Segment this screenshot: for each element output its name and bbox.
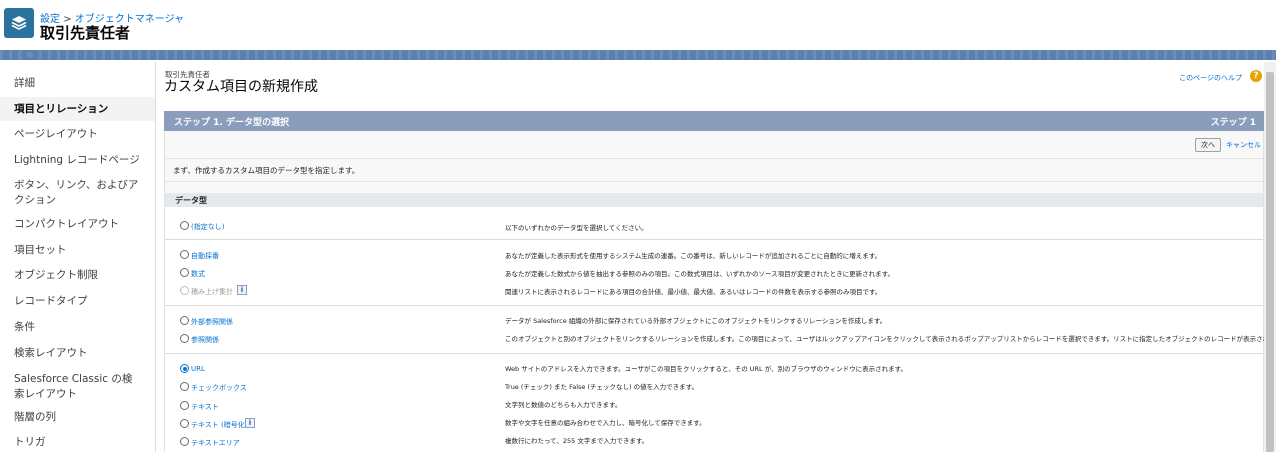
step-indicator: ステップ 1 xyxy=(1210,118,1256,128)
step-header: ステップ 1. データ型の選択 ステップ 1 xyxy=(164,111,1264,131)
radio-checkbox[interactable] xyxy=(180,382,189,391)
cancel-link[interactable]: キャンセル xyxy=(1226,140,1261,150)
radio-text-area[interactable] xyxy=(180,437,189,446)
app-header: 設定 > オブジェクトマネージャ 取引先責任者 xyxy=(0,0,1276,52)
sidebar-item-record-types[interactable]: レコードタイプ xyxy=(0,294,155,309)
option-desc-text-encrypted: 数字や文字を任意の組み合わせで入力し、暗号化して保存できます。 xyxy=(505,419,706,427)
option-label-text[interactable]: テキスト xyxy=(191,402,219,412)
option-label-text-area[interactable]: テキストエリア xyxy=(191,438,240,448)
sidebar-item-conditions[interactable]: 条件 xyxy=(0,320,155,335)
scrollbar-thumb[interactable] xyxy=(1266,72,1274,452)
radio-external-lookup[interactable] xyxy=(180,316,189,325)
sidebar-item-page-layouts[interactable]: ページレイアウト xyxy=(0,127,155,142)
help-icon[interactable]: ? xyxy=(1250,70,1262,82)
sidebar-item-search-layouts[interactable]: 検索レイアウト xyxy=(0,346,155,361)
vertical-scrollbar[interactable] xyxy=(1264,62,1276,452)
data-type-table: (指定なし) 以下のいずれかのデータ型を選択してください。 自動採番 あなたが定… xyxy=(165,207,1276,452)
option-label-external-lookup[interactable]: 外部参照関係 xyxy=(191,317,233,327)
group-divider xyxy=(165,305,1263,306)
main-content: 取引先責任者 カスタム項目の新規作成 このページのヘルプ ? ステップ 1. デ… xyxy=(162,62,1276,452)
sidebar-item-field-sets[interactable]: 項目セット xyxy=(0,243,155,258)
divider xyxy=(165,181,1263,182)
data-type-section-header: データ型 xyxy=(165,193,1263,207)
group-divider xyxy=(165,239,1263,240)
option-label-formula[interactable]: 数式 xyxy=(191,269,205,279)
step-panel: 次へ キャンセル まず、作成するカスタム項目のデータ型を指定します。 データ型 … xyxy=(164,131,1276,452)
sidebar-item-details[interactable]: 詳細 xyxy=(0,76,155,91)
radio-none[interactable] xyxy=(180,221,189,230)
option-desc-text-area: 複数行にわたって、255 文字まで入力できます。 xyxy=(505,437,649,445)
option-label-text-encrypted[interactable]: テキスト (暗号化) xyxy=(191,420,247,430)
option-label-checkbox[interactable]: チェックボックス xyxy=(191,383,247,393)
sidebar-item-classic-search-layouts[interactable]: Salesforce Classic の検索レイアウト xyxy=(0,372,155,402)
sidebar-item-fields-relationships[interactable]: 項目とリレーション xyxy=(0,97,155,121)
option-desc-roll-up-summary: 関連リストに表示されるレコードにある項目の合計値、最小値、最大値、あるいはレコー… xyxy=(505,288,882,296)
sidebar-item-triggers[interactable]: トリガ xyxy=(0,435,155,450)
radio-lookup[interactable] xyxy=(180,334,189,343)
divider xyxy=(165,158,1263,159)
step-title: ステップ 1. データ型の選択 xyxy=(174,118,289,128)
option-label-lookup[interactable]: 参照関係 xyxy=(191,335,219,345)
object-title: 取引先責任者 xyxy=(40,24,131,42)
radio-formula[interactable] xyxy=(180,268,189,277)
sidebar: 詳細 項目とリレーション ページレイアウト Lightning レコードページ … xyxy=(0,62,156,452)
section-label: データ型 xyxy=(175,196,207,205)
option-desc-none: 以下のいずれかのデータ型を選択してください。 xyxy=(505,224,648,232)
page-title: カスタム項目の新規作成 xyxy=(164,79,318,95)
next-button[interactable]: 次へ xyxy=(1195,138,1221,152)
info-icon[interactable]: i xyxy=(237,285,247,295)
instruction-text: まず、作成するカスタム項目のデータ型を指定します。 xyxy=(173,166,360,175)
option-label-roll-up-summary: 積み上げ集計 xyxy=(191,288,233,296)
radio-auto-number[interactable] xyxy=(180,250,189,259)
radio-text[interactable] xyxy=(180,401,189,410)
option-label-url[interactable]: URL xyxy=(191,365,205,373)
option-desc-lookup: このオブジェクトと別のオブジェクトをリンクするリレーションを作成します。この項目… xyxy=(505,335,1276,343)
sidebar-item-compact-layouts[interactable]: コンパクトレイアウト xyxy=(0,217,155,232)
sidebar-item-hierarchy-columns[interactable]: 階層の列 xyxy=(0,410,155,425)
option-desc-external-lookup: データが Salesforce 組織の外部に保存されている外部オブジェクトにこの… xyxy=(505,317,887,325)
decorative-band xyxy=(0,50,1276,60)
sidebar-item-buttons-links-actions[interactable]: ボタン、リンク、およびアクション xyxy=(0,178,155,208)
radio-roll-up-summary xyxy=(180,286,189,295)
radio-text-encrypted[interactable] xyxy=(180,419,189,428)
info-icon[interactable]: i xyxy=(245,418,255,428)
help-link[interactable]: このページのヘルプ xyxy=(1179,73,1242,83)
option-label-auto-number[interactable]: 自動採番 xyxy=(191,251,219,261)
option-desc-auto-number: あなたが定義した表示形式を使用するシステム生成の連番。この番号は、新しいレコード… xyxy=(505,252,882,260)
option-label-none[interactable]: (指定なし) xyxy=(191,222,224,232)
radio-url[interactable] xyxy=(180,364,189,373)
layers-icon xyxy=(4,8,34,38)
option-desc-text: 文字列と数値のどちらも入力できます。 xyxy=(505,401,622,409)
sidebar-item-lightning-record-pages[interactable]: Lightning レコードページ xyxy=(0,153,155,168)
option-desc-checkbox: True (チェック) また False (チェックなし) の値を入力できます。 xyxy=(505,383,698,391)
sidebar-item-object-limits[interactable]: オブジェクト制限 xyxy=(0,268,155,283)
group-divider xyxy=(165,353,1263,354)
option-desc-url: Web サイトのアドレスを入力できます。ユーザがこの項目をクリックすると、その … xyxy=(505,365,907,373)
option-desc-formula: あなたが定義した数式から値を抽出する参照のみの項目。この数式項目は、いずれかのソ… xyxy=(505,270,895,278)
